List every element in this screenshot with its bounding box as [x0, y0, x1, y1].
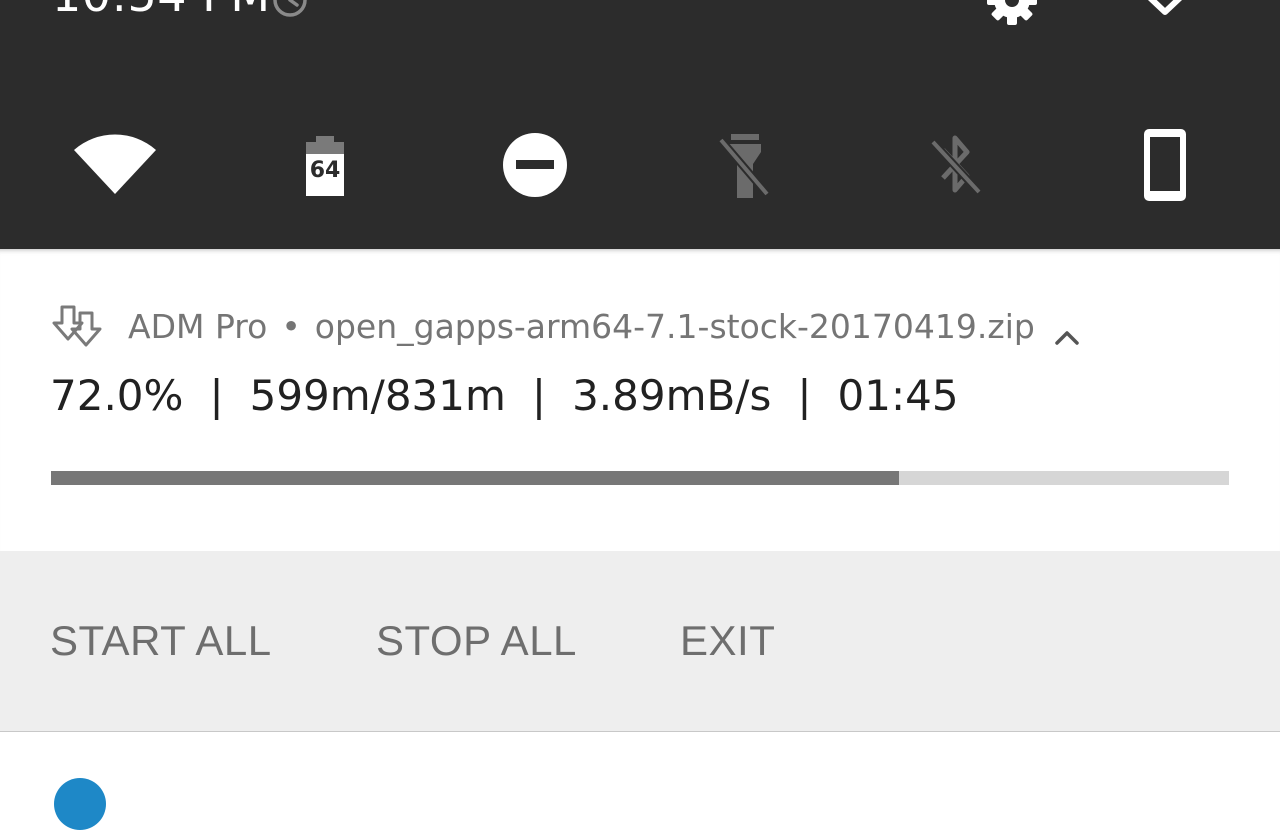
exit-button[interactable]: EXIT: [680, 617, 775, 665]
stop-all-button[interactable]: STOP ALL: [376, 617, 577, 665]
alarm-icon: [270, 0, 310, 20]
collapse-chevron-icon[interactable]: [1053, 316, 1081, 345]
notification-header: ADM Pro • open_gapps-arm64-7.1-stock-201…: [52, 303, 1081, 349]
next-notification[interactable]: [0, 732, 1280, 830]
download-stats: 72.0% | 599m/831m | 3.89mB/s | 01:45: [50, 371, 959, 420]
notification-actions: START ALL STOP ALL EXIT: [0, 551, 1280, 732]
download-time-remaining: 01:45: [837, 371, 959, 420]
download-filename: open_gapps-arm64-7.1-stock-20170419.zip: [314, 306, 1035, 346]
next-notification-app-icon: [54, 778, 106, 830]
download-progress-fill: [51, 471, 900, 485]
stats-divider: |: [531, 371, 547, 420]
auto-rotate-tile[interactable]: [1120, 120, 1210, 210]
flashlight-tile[interactable]: [700, 120, 790, 210]
download-notification[interactable]: ADM Pro • open_gapps-arm64-7.1-stock-201…: [0, 249, 1280, 551]
battery-icon: 64: [300, 130, 350, 200]
battery-level-label: 64: [310, 158, 341, 183]
download-speed: 3.89mB/s: [572, 371, 772, 420]
flashlight-off-icon: [715, 130, 775, 200]
app-name: ADM Pro: [128, 306, 268, 346]
stats-divider: |: [797, 371, 812, 420]
download-percent: 72.0%: [50, 371, 184, 420]
quick-settings-tiles: 64: [0, 120, 1280, 210]
header-separator: •: [281, 306, 301, 346]
settings-icon[interactable]: [984, 0, 1040, 34]
expand-chevron-icon[interactable]: [1140, 0, 1190, 26]
auto-rotate-portrait-icon: [1140, 125, 1190, 205]
download-progress-bar: [51, 471, 1229, 485]
download-size: 599m/831m: [249, 371, 506, 420]
quick-settings-panel: 10:54 PM: [0, 0, 1280, 249]
status-time: 10:54 PM: [52, 0, 271, 20]
do-not-disturb-tile[interactable]: [490, 120, 580, 210]
wifi-tile[interactable]: [70, 120, 160, 210]
adm-download-icon: [52, 303, 108, 349]
wifi-icon: [70, 130, 160, 200]
do-not-disturb-icon: [500, 130, 570, 200]
battery-tile[interactable]: 64: [280, 120, 370, 210]
stats-divider: |: [209, 371, 224, 420]
start-all-button[interactable]: START ALL: [50, 617, 272, 665]
bluetooth-off-icon: [925, 130, 985, 200]
bluetooth-tile[interactable]: [910, 120, 1000, 210]
